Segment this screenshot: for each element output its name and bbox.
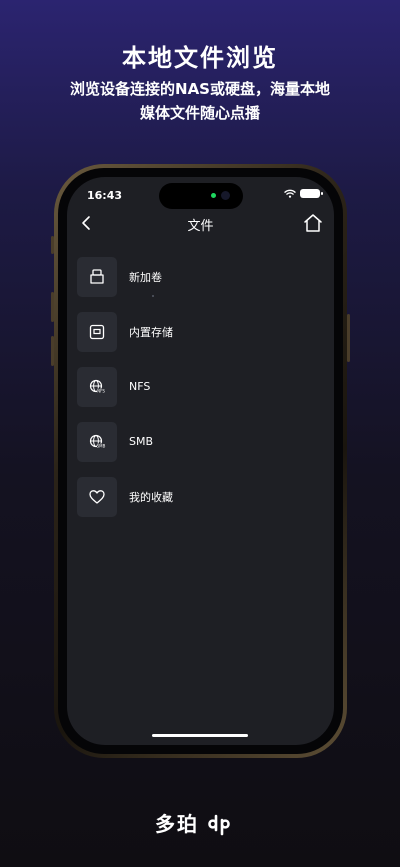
file-source-label: SMB	[129, 435, 154, 448]
front-camera-icon	[221, 191, 230, 200]
file-source-item-volume[interactable]: 新加卷	[77, 249, 327, 304]
phone-power-button	[347, 314, 350, 362]
file-source-label: 我的收藏	[129, 490, 173, 504]
globe-nfs-icon: NFS	[77, 366, 117, 407]
globe-smb-icon: SMB	[77, 421, 117, 462]
home-indicator[interactable]	[152, 734, 248, 737]
status-icons	[284, 189, 323, 198]
file-source-item-nfs[interactable]: NFS NFS	[77, 359, 327, 414]
phone-volume-up-button	[51, 292, 54, 322]
file-source-list: 新加卷 内置存储 NFS NFS SMB SMB 我的收藏	[77, 249, 327, 524]
heart-icon	[77, 476, 117, 517]
camera-indicator-icon	[211, 193, 216, 198]
file-source-item-internal-storage[interactable]: 内置存储	[77, 304, 327, 359]
svg-text:SMB: SMB	[97, 443, 106, 448]
file-source-item-favorites[interactable]: 我的收藏	[77, 469, 327, 524]
svg-text:NFS: NFS	[97, 388, 105, 393]
status-time: 16:43	[87, 189, 123, 202]
promo-subline-2: 媒体文件随心点播	[139, 104, 260, 122]
brand-footer: 多珀	[0, 808, 400, 837]
phone-volume-down-button	[51, 336, 54, 366]
brand-name: 多珀	[155, 812, 199, 836]
promo-headline: 本地文件浏览	[122, 44, 278, 72]
file-source-label: 新加卷	[129, 270, 162, 284]
battery-icon	[300, 189, 323, 198]
phone-action-button	[51, 236, 54, 254]
promo-subline-1: 浏览设备连接的NAS或硬盘，海量本地	[70, 80, 330, 98]
file-source-label: NFS	[129, 380, 151, 393]
dynamic-island	[159, 183, 243, 209]
brand-logo-icon	[208, 814, 230, 835]
page-title: 文件	[187, 219, 214, 234]
separator-dot	[152, 295, 154, 297]
phone-frame: 16:43 文件 新加卷 内置存储 NFS NFS SMB SMB 我的收藏	[51, 164, 350, 758]
file-source-item-smb[interactable]: SMB SMB	[77, 414, 327, 469]
file-source-label: 内置存储	[129, 325, 173, 339]
usb-drive-icon	[77, 256, 117, 297]
wifi-icon	[284, 189, 296, 198]
home-icon[interactable]	[302, 212, 324, 234]
phone-screen: 16:43 文件 新加卷 内置存储 NFS NFS SMB SMB 我的收藏	[67, 177, 334, 745]
storage-box-icon	[77, 311, 117, 352]
